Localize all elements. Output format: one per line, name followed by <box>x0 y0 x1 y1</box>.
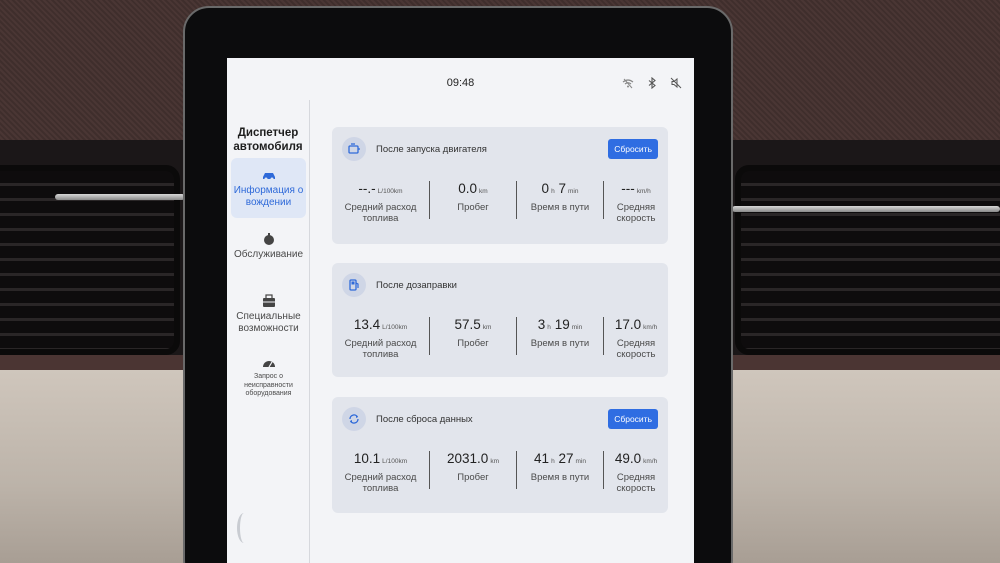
engine-icon <box>342 137 366 161</box>
reset-button[interactable]: Сбросить <box>608 409 658 429</box>
stat-value: --.- <box>358 181 376 196</box>
toolbox-icon <box>262 294 275 307</box>
stat-travel-time: 41 h 27 min Время в пути <box>517 451 603 483</box>
stat-label: Время в пути <box>530 338 590 349</box>
sidebar-item-driving-info[interactable]: Информация о вождении <box>231 158 306 218</box>
stat-hours: 0 <box>541 181 550 196</box>
card-title: После запуска двигателя <box>376 143 487 155</box>
mute-icon <box>670 77 682 89</box>
stat-unit: km <box>479 188 488 195</box>
right-air-vent <box>735 165 1000 355</box>
stat-unit: L/100km <box>377 188 403 195</box>
stat-unit: h <box>547 324 551 331</box>
card-header: После сброса данных <box>342 407 473 431</box>
card-header: После запуска двигателя <box>342 137 487 161</box>
stat-unit: L/100km <box>382 324 408 331</box>
stat-label: Средняя скорость <box>616 338 656 360</box>
app-title: Диспетчер автомобиля <box>233 127 303 153</box>
stat-avg-speed: --- km/h Средняя скорость <box>604 181 668 224</box>
left-vent-slider <box>55 194 185 200</box>
sidebar-item-service[interactable]: Обслуживание <box>231 232 306 282</box>
stat-label: Пробег <box>457 202 489 213</box>
stat-minutes: 7 <box>558 181 566 196</box>
right-vent-slider <box>732 206 1000 212</box>
stat-unit: L/100km <box>382 458 408 465</box>
stat-value: 17.0 <box>614 317 642 332</box>
stat-unit: km/h <box>643 458 658 465</box>
sidebar-item-special[interactable]: Специальные возможности <box>231 294 306 344</box>
stat-label: Время в пути <box>530 472 590 483</box>
stat-unit: km <box>482 324 492 331</box>
card-header: После дозаправки <box>342 273 457 297</box>
stat-minutes: 27 <box>558 451 574 466</box>
sidebar-item-label: Обслуживание <box>233 249 304 260</box>
stat-distance: 2031.0 km Пробег <box>430 451 516 483</box>
status-bar: 09:48 <box>227 58 694 98</box>
fuel-icon <box>342 273 366 297</box>
status-icons <box>622 77 682 89</box>
stat-hours: 3 <box>537 317 546 332</box>
stat-label: Пробег <box>457 472 489 483</box>
bluetooth-icon <box>648 77 656 89</box>
reset-button[interactable]: Сбросить <box>608 139 658 159</box>
stats-row: --.- L/100km Средний расход топлива 0.0 km… <box>332 181 668 237</box>
stat-unit: h <box>551 188 555 195</box>
stat-label: Средний расход топлива <box>344 338 417 360</box>
sidebar-item-label: Запрос о неисправности оборудования <box>244 373 293 397</box>
stat-value: 0.0 <box>458 181 478 196</box>
stat-unit: min <box>575 458 586 465</box>
wifi-icon <box>622 78 634 89</box>
stat-avg-consumption: --.- L/100km Средний расход топлива <box>332 181 429 224</box>
stat-avg-speed: 49.0 km/h Средняя скорость <box>604 451 668 494</box>
stat-value: --- <box>621 181 635 196</box>
stat-travel-time: 0h 7 min Время в пути <box>517 181 603 213</box>
stat-unit: km/h <box>636 188 651 195</box>
stat-hours: 41 <box>534 451 550 466</box>
stat-travel-time: 3h 19 min Время в пути <box>517 317 603 349</box>
stat-label: Пробег <box>457 338 489 349</box>
stat-label: Время в пути <box>530 202 590 213</box>
card-after-refuel: После дозаправки 13.4 L/100km Средний рас… <box>332 263 668 377</box>
sidebar-item-label: Информация о вождении <box>233 185 304 208</box>
service-icon <box>263 233 274 245</box>
stat-value: 57.5 <box>454 317 481 332</box>
stat-unit: h <box>551 458 555 465</box>
stat-unit: min <box>571 324 583 331</box>
stat-distance: 0.0 km Пробег <box>430 181 516 213</box>
stat-avg-consumption: 10.1 L/100km Средний расход топлива <box>332 451 429 494</box>
stat-unit: km/h <box>643 324 658 331</box>
refresh-icon <box>342 407 366 431</box>
card-title: После сброса данных <box>376 413 473 425</box>
stat-value: 2031.0 <box>447 451 489 466</box>
sidebar: Диспетчер автомобиля Информация о вожден… <box>227 98 309 563</box>
stat-label: Средняя скорость <box>616 472 656 494</box>
stat-unit: km <box>490 458 499 465</box>
sidebar-item-fault-query[interactable]: Запрос о неисправности оборудования <box>231 356 306 406</box>
card-after-data-reset: После сброса данных Сбросить 10.1 L/100km… <box>332 397 668 513</box>
stat-minutes: 19 <box>554 317 570 332</box>
stats-row: 13.4 L/100km Средний расход топлива 57.5 k… <box>332 317 668 373</box>
scroll-indicator <box>237 513 251 543</box>
stat-avg-consumption: 13.4 L/100km Средний расход топлива <box>332 317 429 360</box>
stat-value: 49.0 <box>614 451 642 466</box>
stat-distance: 57.5 km Пробег <box>430 317 516 349</box>
stat-value: 10.1 <box>353 451 381 466</box>
stat-unit: min <box>567 188 579 195</box>
stat-avg-speed: 17.0 km/h Средняя скорость <box>604 317 668 360</box>
stat-label: Средний расход топлива <box>344 202 417 224</box>
stat-label: Средний расход топлива <box>344 472 417 494</box>
card-title: После дозаправки <box>376 279 457 291</box>
sidebar-divider <box>309 100 310 563</box>
stat-label: Средняя скорость <box>616 202 656 224</box>
stats-row: 10.1 L/100km Средний расход топлива 2031.… <box>332 451 668 507</box>
card-after-engine-start: После запуска двигателя Сбросить --.- L/1… <box>332 127 668 244</box>
sidebar-item-label: Специальные возможности <box>236 311 301 334</box>
stat-value: 13.4 <box>353 317 381 332</box>
screen: 09:48 Диспетчер автомобиля Информация о … <box>227 58 694 563</box>
gauge-icon <box>262 361 275 368</box>
car-icon <box>262 173 275 181</box>
